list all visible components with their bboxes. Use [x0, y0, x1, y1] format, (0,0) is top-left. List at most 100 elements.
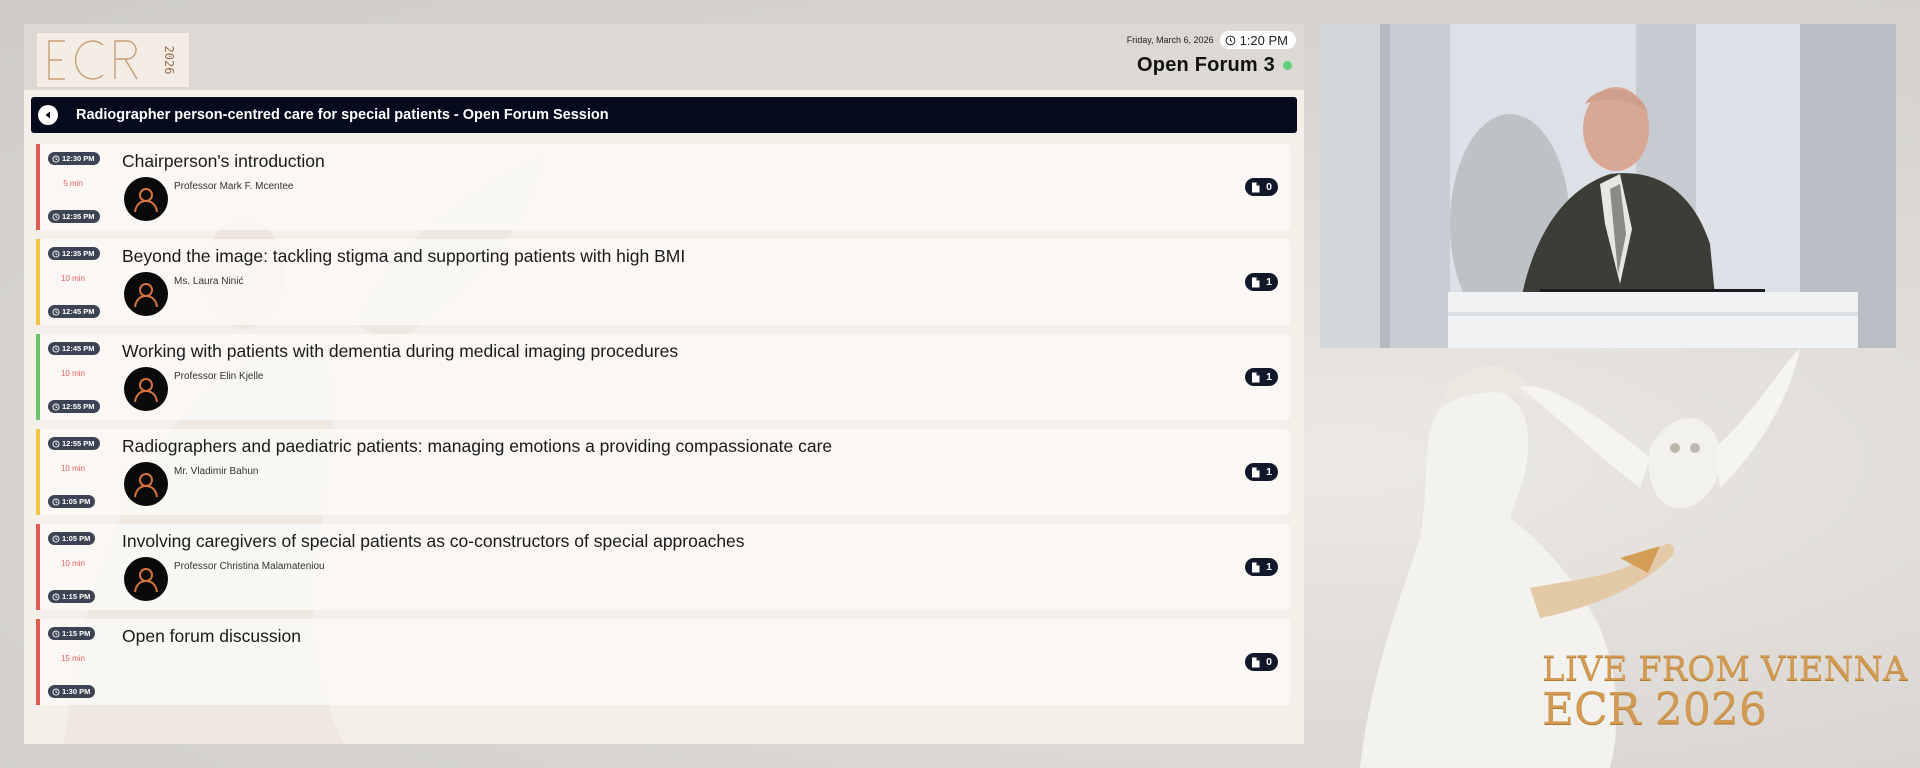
back-button[interactable] — [38, 105, 58, 125]
speaker-name[interactable]: Mr. Vladimir Bahun — [174, 466, 258, 477]
start-time: 12:45 PM — [62, 344, 95, 353]
talk-row[interactable]: 12:30 PM 5 min 12:35 PM Chairperson's intro… — [36, 144, 1290, 230]
document-icon — [1252, 562, 1260, 572]
end-time: 1:05 PM — [62, 497, 91, 506]
start-time-badge: 12:30 PM — [48, 152, 100, 165]
clock-icon — [52, 592, 60, 601]
end-time-badge: 1:05 PM — [48, 495, 96, 508]
session-bar: Radiographer person-centred care for spe… — [31, 97, 1297, 133]
document-count: 0 — [1266, 181, 1272, 193]
clock-icon — [52, 687, 60, 696]
speaker-avatar[interactable] — [124, 462, 168, 506]
document-icon — [1252, 182, 1260, 192]
talk-title[interactable]: Involving caregivers of special patients… — [122, 531, 745, 552]
start-time: 12:35 PM — [62, 249, 95, 258]
end-time: 1:15 PM — [62, 592, 91, 601]
current-date: Friday, March 6, 2026 — [1126, 35, 1214, 45]
documents-button[interactable]: 1 — [1245, 558, 1278, 576]
person-icon — [134, 283, 158, 308]
speaker-avatar[interactable] — [124, 272, 168, 316]
speaker-avatar[interactable] — [124, 177, 168, 221]
talk-accent-bar — [36, 524, 40, 610]
start-time-badge: 12:35 PM — [48, 247, 100, 260]
talk-row[interactable]: 12:35 PM 10 min 12:45 PM Beyond the image: … — [36, 239, 1290, 325]
talk-row[interactable]: 1:15 PM 15 min 1:30 PM Open forum discussio… — [36, 619, 1290, 705]
talk-title[interactable]: Radiographers and paediatric patients: m… — [122, 436, 832, 457]
speaker-avatar[interactable] — [124, 367, 168, 411]
ecr-logo: 2026 — [36, 32, 190, 88]
branding-line-1: LIVE FROM VIENNA — [1542, 649, 1908, 689]
start-time-badge: 1:05 PM — [48, 532, 96, 545]
end-time: 12:35 PM — [62, 212, 95, 221]
talk-accent-bar — [36, 429, 40, 515]
talk-title[interactable]: Beyond the image: tackling stigma and su… — [122, 246, 685, 267]
clock-icon — [52, 249, 60, 258]
clock-icon — [52, 402, 60, 411]
talk-title[interactable]: Open forum discussion — [122, 626, 301, 647]
svg-text:2026: 2026 — [162, 46, 176, 75]
clock-icon — [52, 344, 60, 353]
end-time-badge: 12:55 PM — [48, 400, 100, 413]
speaker-name[interactable]: Ms. Laura Ninić — [174, 276, 243, 287]
documents-button[interactable]: 0 — [1245, 178, 1278, 196]
clock-icon — [52, 534, 60, 543]
document-count: 1 — [1266, 276, 1272, 288]
document-icon — [1252, 657, 1260, 667]
person-icon — [134, 378, 158, 403]
start-time-badge: 12:45 PM — [48, 342, 100, 355]
current-time-pill: 1:20 PM — [1219, 31, 1296, 49]
branding-line-2: ECR 2026 — [1542, 684, 1767, 735]
start-time: 12:55 PM — [62, 439, 95, 448]
room-title: Open Forum 3 — [1137, 54, 1275, 76]
document-count: 0 — [1266, 656, 1272, 668]
end-time-badge: 12:45 PM — [48, 305, 100, 318]
talk-duration: 10 min — [60, 464, 85, 473]
end-time-badge: 1:30 PM — [48, 685, 96, 698]
talk-row[interactable]: 12:55 PM 10 min 1:05 PM Radiographers and p… — [36, 429, 1290, 515]
end-time: 12:55 PM — [62, 402, 95, 411]
start-time: 1:15 PM — [62, 629, 91, 638]
clock-icon — [1225, 35, 1235, 45]
clock-icon — [52, 629, 60, 638]
talk-duration: 10 min — [60, 274, 85, 283]
video-frame-icon — [1320, 24, 1896, 348]
clock-icon — [52, 154, 60, 163]
clock-icon — [52, 307, 60, 316]
header-bar: 2026 Friday, March 6, 2026 1:20 PM Open … — [24, 24, 1304, 90]
talk-title[interactable]: Working with patients with dementia duri… — [122, 341, 678, 362]
documents-button[interactable]: 1 — [1245, 368, 1278, 386]
branding-text: LIVE FROM VIENNA ECR 2026 — [1542, 652, 1908, 732]
documents-button[interactable]: 0 — [1245, 653, 1278, 671]
talk-list: 12:30 PM 5 min 12:35 PM Chairperson's intro… — [36, 144, 1290, 714]
ecr-logo-icon: 2026 — [48, 40, 176, 80]
current-time: 1:20 PM — [1239, 32, 1288, 48]
date-time-row: Friday, March 6, 2026 1:20 PM — [1127, 31, 1296, 49]
talk-row[interactable]: 12:45 PM 10 min 12:55 PM Working with patie… — [36, 334, 1290, 420]
documents-button[interactable]: 1 — [1245, 463, 1278, 481]
end-time-badge: 1:15 PM — [48, 590, 96, 603]
end-time-badge: 12:35 PM — [48, 210, 100, 223]
agenda-panel: 2026 Friday, March 6, 2026 1:20 PM Open … — [24, 24, 1304, 744]
document-icon — [1252, 372, 1260, 382]
speaker-name[interactable]: Professor Christina Malamateniou — [174, 561, 325, 572]
start-time: 12:30 PM — [62, 154, 95, 163]
talk-accent-bar — [36, 239, 40, 325]
person-icon — [134, 473, 158, 498]
start-time-badge: 1:15 PM — [48, 627, 96, 640]
talk-row[interactable]: 1:05 PM 10 min 1:15 PM Involving caregivers… — [36, 524, 1290, 610]
document-count: 1 — [1266, 371, 1272, 383]
start-time-badge: 12:55 PM — [48, 437, 100, 450]
document-icon — [1252, 467, 1260, 477]
session-title: Radiographer person-centred care for spe… — [76, 107, 609, 123]
talk-title[interactable]: Chairperson's introduction — [122, 151, 325, 172]
speaker-name[interactable]: Professor Elin Kjelle — [174, 371, 263, 382]
room-row: Open Forum 3 — [1137, 54, 1292, 77]
clock-icon — [52, 212, 60, 221]
speaker-video[interactable] — [1320, 24, 1896, 348]
speaker-name[interactable]: Professor Mark F. Mcentee — [174, 181, 293, 192]
talk-duration: 10 min — [60, 559, 85, 568]
back-arrow-icon — [45, 111, 50, 119]
talk-duration: 10 min — [60, 369, 85, 378]
speaker-avatar[interactable] — [124, 557, 168, 601]
documents-button[interactable]: 1 — [1245, 273, 1278, 291]
